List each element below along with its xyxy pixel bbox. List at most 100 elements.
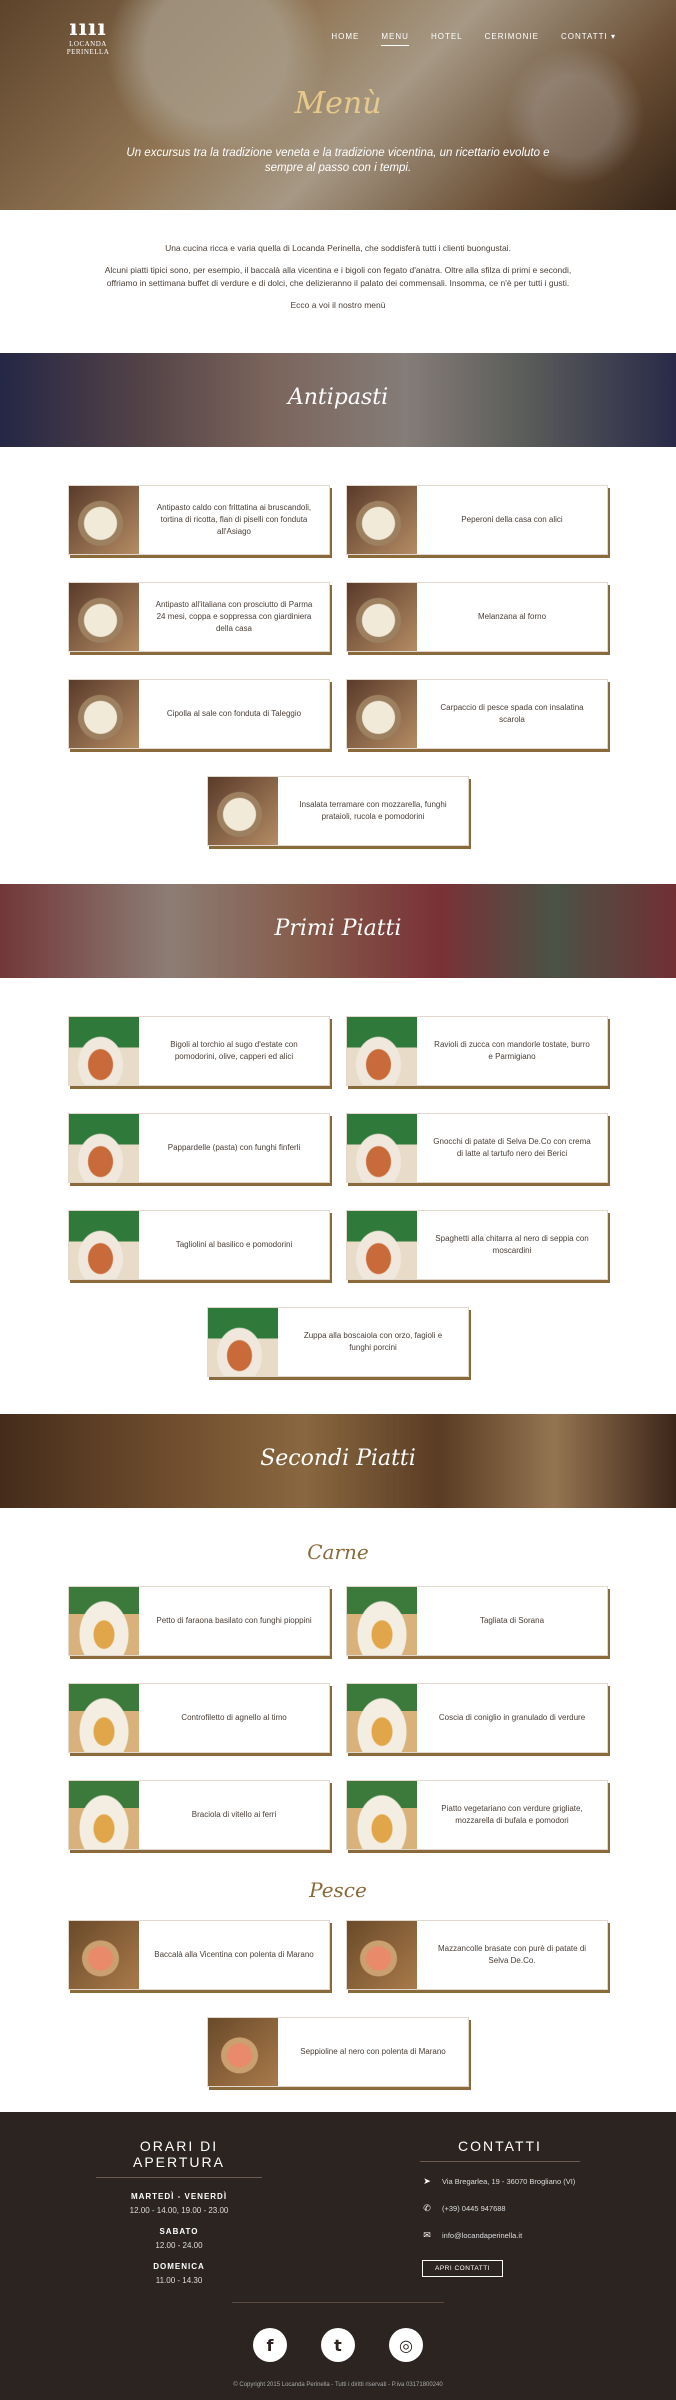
menu-item-card: Tagliata di Sorana [346, 1586, 608, 1656]
location-icon: ➤ [423, 2176, 431, 2186]
menu-item-card: Carpaccio di pesce spada con insalatina … [346, 679, 608, 749]
dish-name: Insalata terramare con mozzarella, fungh… [299, 800, 447, 821]
hours-time: 12.00 - 24.00 [155, 2241, 203, 2250]
dish-image [69, 486, 139, 554]
page-title: Menù [294, 86, 382, 121]
menu-item-card: Tagliolini al basilico e pomodorini [68, 1210, 330, 1280]
carne-grid: Petto di faraona basilato con funghi pio… [0, 1586, 676, 1850]
menu-item-card: Seppioline al nero con polenta di Marano [207, 2017, 469, 2087]
dish-image [69, 1587, 139, 1655]
main-nav: HOME MENU HOTEL CERIMONIE CONTATTI ▾ [331, 32, 616, 46]
section-banner-secondi: Secondi Piatti [0, 1414, 676, 1508]
menu-item-card: Peperoni della casa con alici [346, 485, 608, 555]
logo[interactable]: ıııı LOCANDA PERINELLA [66, 16, 110, 56]
menu-item-card: Bigoli al torchio al sugo d'estate con p… [68, 1016, 330, 1086]
menu-item-card: Cipolla al sale con fonduta di Taleggio [68, 679, 330, 749]
dish-name: Coscia di coniglio in granulado di verdu… [438, 1713, 586, 1722]
phone-icon: ✆ [423, 2203, 431, 2213]
intro-paragraph-3: Ecco a voi il nostro menù [290, 300, 386, 310]
address-row: ➤ Via Bregarlea, 19 - 36070 Brogliano (VI… [422, 2176, 580, 2187]
dish-name: Tagliolini al basilico e pomodorini [175, 1240, 293, 1249]
intro-paragraph-1: Una cucina ricca e varia quella di Locan… [165, 243, 511, 253]
dish-image [347, 1921, 417, 1989]
dish-name: Seppioline al nero con polenta di Marano [300, 2047, 446, 2056]
dish-image [347, 1684, 417, 1752]
facebook-icon[interactable]: f [253, 2328, 287, 2362]
section-title-secondi: Secondi Piatti [260, 1446, 416, 1471]
dish-name: Tagliata di Sorana [479, 1616, 545, 1625]
dish-name: Antipasto caldo con frittatina ai brusca… [156, 503, 312, 536]
menu-item-card: Baccalà alla Vicentina con polenta di Ma… [68, 1920, 330, 1990]
section-title-primi: Primi Piatti [274, 916, 402, 941]
subsection-title-carne: Carne [307, 1540, 369, 1564]
menu-item-card: Mazzancolle brasate con purè di patate d… [346, 1920, 608, 1990]
email-row[interactable]: ✉ info@locandaperinella.it [422, 2230, 580, 2241]
dish-name: Pappardelle (pasta) con funghi finferli [167, 1143, 301, 1152]
primi-grid: Bigoli al torchio al sugo d'estate con p… [0, 1016, 676, 1377]
dish-name: Gnocchi di patate di Selva De.Co con cre… [433, 1137, 591, 1158]
nav-contatti[interactable]: CONTATTI ▾ [561, 32, 616, 46]
menu-item-card: Zuppa alla boscaiola con orzo, fagioli e… [207, 1307, 469, 1377]
menu-item-card: Spaghetti alla chitarra al nero di seppi… [346, 1210, 608, 1280]
dish-name: Braciola di vitello ai ferri [191, 1810, 277, 1819]
dish-name: Mazzancolle brasate con purè di patate d… [437, 1944, 587, 1965]
menu-item-card: Gnocchi di patate di Selva De.Co con cre… [346, 1113, 608, 1183]
footer-divider [232, 2302, 444, 2303]
twitter-icon[interactable]: t [321, 2328, 355, 2362]
menu-item-card: Antipasto all'italiana con prosciutto di… [68, 582, 330, 652]
mail-icon: ✉ [423, 2230, 431, 2240]
dish-image [208, 1308, 278, 1376]
dish-image [347, 1587, 417, 1655]
menu-item-card: Controfiletto di agnello al timo [68, 1683, 330, 1753]
hero-banner: ıııı LOCANDA PERINELLA HOME MENU HOTEL C… [0, 0, 676, 210]
phone-text[interactable]: (+39) 0445 947688 [442, 2204, 506, 2213]
intro-text: Una cucina ricca e varia quella di Locan… [0, 210, 676, 353]
menu-item-card: Petto di faraona basilato con funghi pio… [68, 1586, 330, 1656]
copyright: © Copyright 2015 Locanda Perinella - Tut… [233, 2382, 443, 2388]
opening-hours-title: ORARI DI APERTURA [96, 2138, 262, 2178]
nav-menu[interactable]: MENU [381, 32, 409, 46]
dish-name: Carpaccio di pesce spada con insalatina … [440, 703, 584, 724]
dish-name: Peperoni della casa con alici [461, 515, 563, 524]
menu-item-card: Ravioli di zucca con mandorle tostate, b… [346, 1016, 608, 1086]
logo-name-line1: LOCANDA [69, 40, 107, 48]
section-title-antipasti: Antipasti [287, 385, 389, 410]
dish-name: Spaghetti alla chitarra al nero di seppi… [435, 1234, 589, 1255]
dish-image [347, 486, 417, 554]
menu-item-card: Insalata terramare con mozzarella, fungh… [207, 776, 469, 846]
dish-name: Piatto vegetariano con verdure grigliate… [441, 1804, 583, 1825]
contacts-title: CONTATTI [420, 2138, 580, 2162]
dish-name: Controfiletto di agnello al timo [181, 1713, 287, 1722]
menu-item-card: Pappardelle (pasta) con funghi finferli [68, 1113, 330, 1183]
dish-image [208, 777, 278, 845]
nav-home[interactable]: HOME [331, 32, 359, 46]
dish-image [69, 1921, 139, 1989]
antipasti-grid: Antipasto caldo con frittatina ai brusca… [0, 485, 676, 846]
tripadvisor-icon[interactable]: ◎ [389, 2328, 423, 2362]
dish-image [69, 1017, 139, 1085]
pesce-grid: Baccalà alla Vicentina con polenta di Ma… [0, 1920, 676, 2087]
dish-image [347, 1211, 417, 1279]
menu-item-card: Braciola di vitello ai ferri [68, 1780, 330, 1850]
dish-image [69, 1684, 139, 1752]
dish-name: Ravioli di zucca con mandorle tostate, b… [434, 1040, 590, 1061]
dish-name: Zuppa alla boscaiola con orzo, fagioli e… [303, 1331, 443, 1352]
nav-cerimonie[interactable]: CERIMONIE [485, 32, 539, 46]
menu-item-card: Coscia di coniglio in granulado di verdu… [346, 1683, 608, 1753]
intro-paragraph-2: Alcuni piatti tipici sono, per esempio, … [104, 265, 572, 288]
hours-time: 12.00 - 14.00, 19.00 - 23.00 [129, 2206, 229, 2215]
dish-image [347, 1781, 417, 1849]
nav-hotel[interactable]: HOTEL [431, 32, 463, 46]
menu-item-card: Melanzana al forno [346, 582, 608, 652]
contacts-button[interactable]: APRI CONTATTI [422, 2260, 504, 2277]
email-text[interactable]: info@locandaperinella.it [442, 2231, 522, 2240]
phone-row[interactable]: ✆ (+39) 0445 947688 [422, 2203, 580, 2214]
dish-image [69, 1114, 139, 1182]
menu-item-card: Piatto vegetariano con verdure grigliate… [346, 1780, 608, 1850]
dish-name: Melanzana al forno [477, 612, 547, 621]
dish-name: Baccalà alla Vicentina con polenta di Ma… [154, 1950, 314, 1959]
dish-image [69, 583, 139, 651]
dish-image [69, 1781, 139, 1849]
logo-mark: ıııı [69, 15, 107, 41]
hero-subtitle: Un excursus tra la tradizione veneta e l… [126, 147, 550, 174]
